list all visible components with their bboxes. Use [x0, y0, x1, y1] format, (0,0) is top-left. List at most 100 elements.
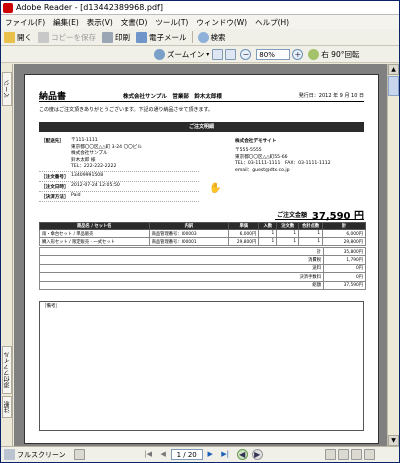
cell: 商品管理番号：I00003 — [148, 229, 230, 238]
divider — [39, 171, 199, 172]
print-button[interactable]: 印刷 — [99, 30, 133, 45]
summary-row: 計 35,800円 — [39, 246, 366, 257]
zoom-value-field[interactable]: 80% — [256, 48, 291, 60]
fullscreen-icon[interactable] — [4, 449, 15, 460]
go-back-icon[interactable]: ◀ — [236, 449, 248, 460]
open-label: 開く — [17, 32, 32, 42]
total-label: ご注文金額 — [277, 212, 308, 219]
facing-icon[interactable] — [350, 449, 362, 460]
payment-method: Paid — [71, 193, 81, 198]
navigation-sidebar: ページ 添付ファイル 注釈 — [1, 64, 13, 446]
scroll-thumb[interactable] — [388, 76, 399, 96]
tab-attachments[interactable]: 添付ファイル — [2, 346, 12, 394]
cell: 1 — [298, 237, 324, 246]
single-page-icon[interactable] — [324, 449, 336, 460]
notes-box: ［備考］ — [39, 301, 364, 431]
chevron-down-icon[interactable]: ▾ — [206, 51, 209, 58]
folder-icon — [4, 31, 15, 43]
page-number-field[interactable]: 1 / 20 — [170, 449, 203, 460]
menu-file[interactable]: ファイル(F) — [1, 17, 49, 28]
fit-page-icon[interactable] — [225, 48, 237, 60]
prev-page-icon[interactable]: ◀ — [158, 449, 169, 460]
col-header: 商品名 / セット名 — [39, 222, 150, 230]
scroll-down-arrow[interactable]: ▼ — [388, 435, 399, 446]
menu-edit[interactable]: 編集(E) — [49, 17, 83, 28]
summary-table: 計 35,800円 消費税 1,790円 送料 0円 決済手数料 0円 総額 37,590… — [39, 246, 366, 290]
scroll-up-arrow[interactable]: ▲ — [388, 64, 399, 75]
reader-window: Adobe Reader - [d13442389968.pdf] ファイル(F… — [0, 0, 400, 463]
first-page-icon[interactable]: |◀ — [143, 449, 154, 460]
zoom-in-icon[interactable]: + — [292, 48, 304, 60]
cell: 6,000円 — [228, 229, 260, 238]
summary-label: 決済手数料 — [39, 272, 324, 282]
continuous-facing-icon[interactable] — [363, 449, 375, 460]
order-date: 2012-07-24 12:05:50 — [71, 183, 120, 188]
menu-help[interactable]: ヘルプ(H) — [251, 17, 293, 28]
seller-line: email：guest@dtx.co.jp — [235, 167, 290, 173]
col-header: 入数 — [258, 222, 278, 230]
pdf-page: 納品書 株式会社サンプル 営業部 鈴木太郎様 発行日：2012 年 9 月 10… — [24, 74, 379, 444]
search-button[interactable]: 検索 — [195, 30, 229, 45]
seller-line: TEL：03-1111-1111 FAX：03-1111-1112 — [235, 161, 331, 166]
tab-pages[interactable]: ページ — [2, 72, 12, 106]
fullscreen-label[interactable]: フルスクリーン — [17, 450, 66, 460]
cell: 雨・傘台セット / 単品販売 — [39, 229, 150, 238]
title-rule — [39, 101, 364, 102]
save-copy-button[interactable]: コピーを保存 — [35, 30, 99, 45]
zoom-out-icon[interactable]: − — [240, 48, 252, 60]
tab-comments[interactable]: 注釈 — [2, 396, 12, 418]
delivery-label: ［配送先］ — [41, 139, 64, 144]
go-forward-icon[interactable]: ▶ — [251, 449, 263, 460]
email-label: 電子メール — [149, 32, 187, 42]
zoom-in-label: ズームイン — [167, 49, 205, 59]
divider — [39, 181, 199, 182]
window-title: Adobe Reader - [d13442389968.pdf] — [16, 3, 163, 12]
main-toolbar: 開く コピーを保存 印刷 電子メール 検索 — [1, 29, 399, 46]
summary-value: 1,790円 — [323, 255, 366, 265]
email-button[interactable]: 電子メール — [133, 30, 190, 45]
printer-icon — [102, 31, 113, 43]
col-header: 注文数 — [276, 222, 300, 230]
summary-row: 総額 37,590円 — [39, 280, 366, 290]
menu-document[interactable]: 文書(D) — [117, 17, 152, 28]
view-toolbar: ズームイン ▾ − 80% + 右 90°回転 — [1, 46, 399, 63]
cell: 29,800円 — [322, 237, 366, 246]
thanks-text: この度はご注文頂きありがとうございます。下記の通り納品させて頂きます。 — [39, 107, 214, 113]
title-bar: Adobe Reader - [d13442389968.pdf] — [1, 1, 399, 15]
last-page-icon[interactable]: ▶| — [220, 449, 231, 460]
order-date-label: ［注文日時］ — [41, 185, 69, 190]
delivery-address: 〒111-1111 東京都〇〇区△△町 3-24 〇〇ビル 株式会社サンプル 鈴… — [71, 138, 142, 171]
cell: 1 — [276, 237, 300, 246]
next-page-icon[interactable]: ▶ — [205, 449, 216, 460]
actual-size-icon[interactable] — [212, 48, 224, 60]
menu-window[interactable]: ウィンドウ(W) — [192, 17, 251, 28]
save-icon — [38, 31, 49, 43]
continuous-icon[interactable] — [337, 449, 349, 460]
zoom-in-button[interactable]: ズームイン ▾ — [151, 47, 212, 62]
summary-value: 0円 — [323, 272, 366, 282]
rotate-button[interactable]: 右 90°回転 — [305, 47, 362, 62]
cell: 1 — [276, 229, 300, 238]
items-table: 商品名 / セット名 内訳 単価 入数 注文数 合計点数 計 雨・傘台セット /… — [39, 222, 366, 246]
toolbar-separator — [191, 31, 193, 43]
page-size-icon — [73, 449, 85, 460]
col-header: 計 — [322, 222, 366, 230]
open-button[interactable]: 開く — [1, 30, 35, 45]
save-copy-label: コピーを保存 — [51, 32, 96, 42]
vertical-scrollbar[interactable]: ▲ ▼ — [387, 64, 399, 446]
order-no-label: ［注文番号］ — [41, 175, 69, 180]
summary-value: 0円 — [323, 263, 366, 274]
menu-tools[interactable]: ツール(T) — [151, 17, 192, 28]
magnifier-icon — [154, 48, 165, 60]
print-label: 印刷 — [115, 32, 130, 42]
menu-bar: ファイル(F) 編集(E) 表示(V) 文書(D) ツール(T) ウィンドウ(W… — [1, 15, 399, 29]
cell: 鯛入形セット / 限定販売 - 一式セット — [39, 237, 150, 246]
divider — [39, 201, 199, 202]
summary-label: 消費税 — [39, 255, 324, 265]
order-no: 13409991508 — [71, 173, 104, 178]
payment-label: ［決済方法］ — [41, 195, 69, 200]
summary-label: 送料 — [39, 263, 324, 274]
table-row: 鯛入形セット / 限定販売 - 一式セット 商品管理番号：I00001 29,8… — [39, 237, 366, 246]
cell: 1 — [298, 229, 324, 238]
menu-view[interactable]: 表示(V) — [83, 17, 117, 28]
